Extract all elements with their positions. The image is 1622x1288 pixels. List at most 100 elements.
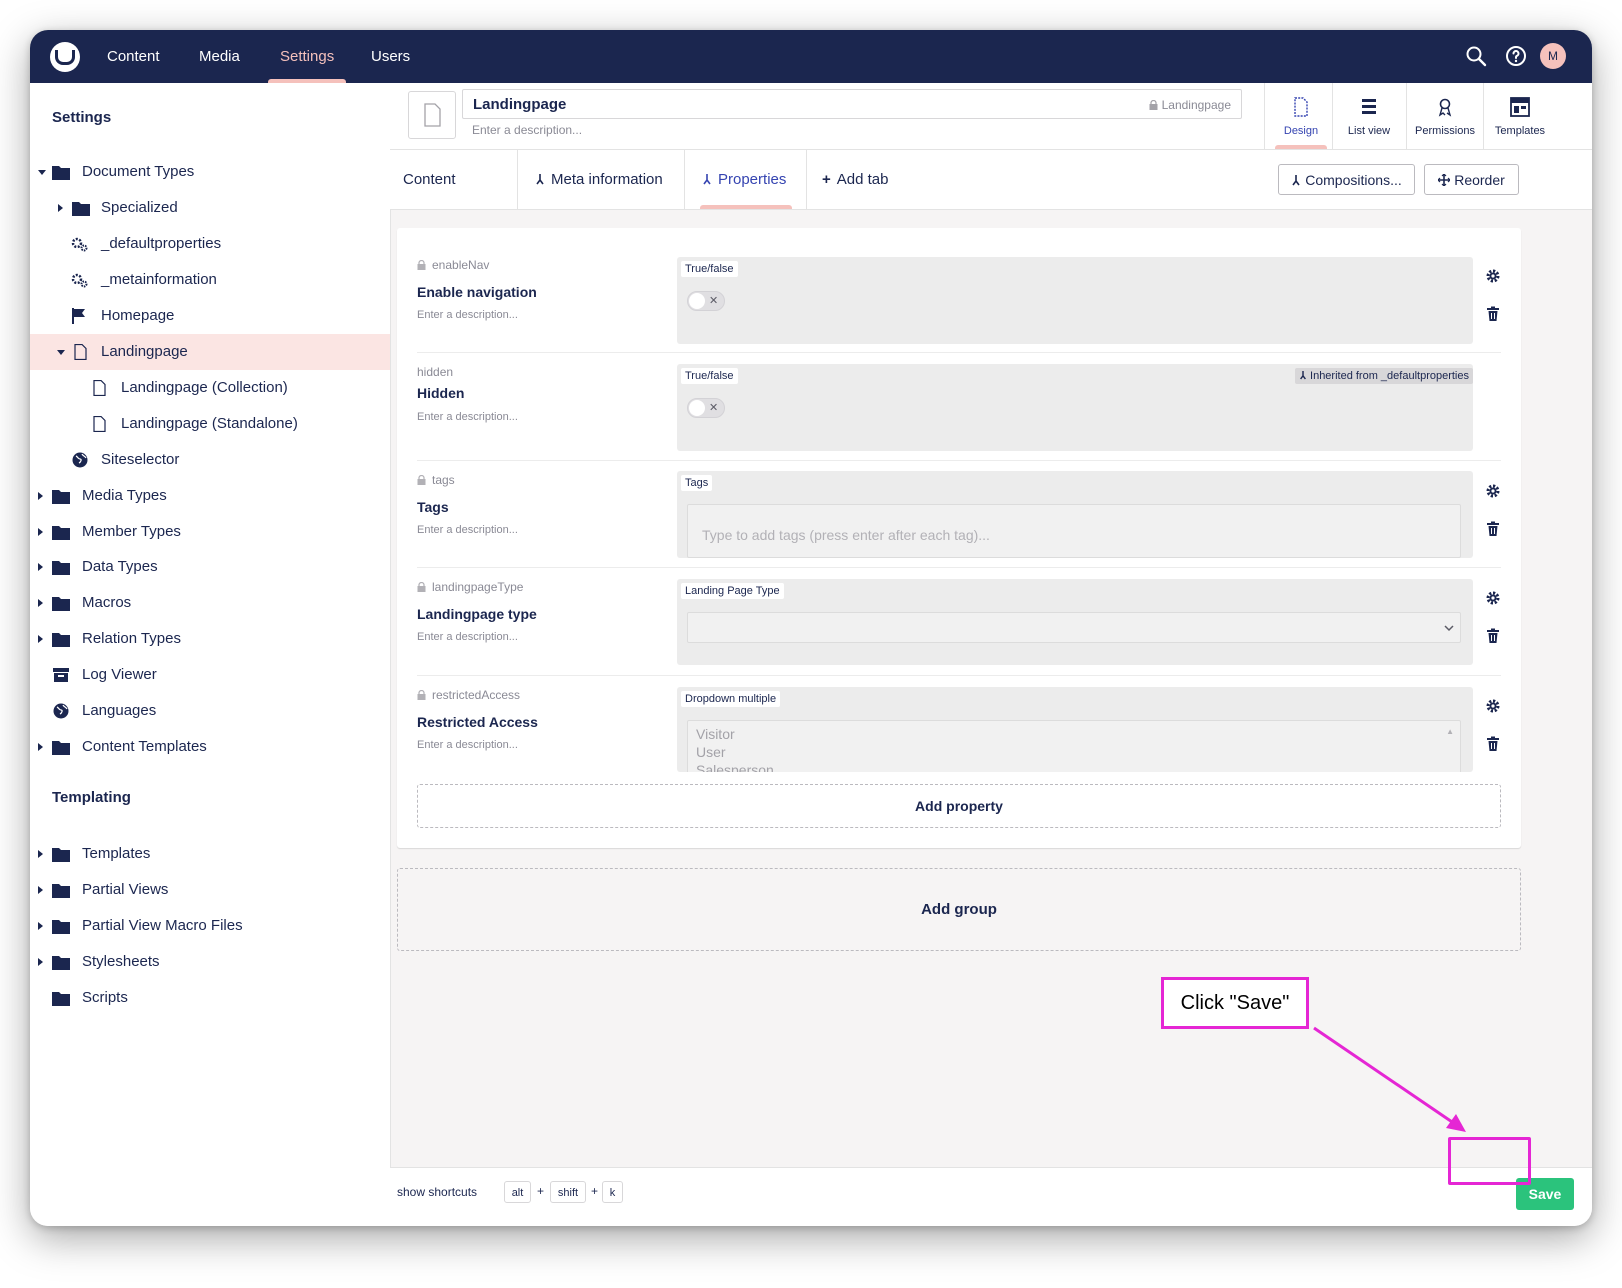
property-editor-preview[interactable]: Landing Page Type (677, 579, 1473, 665)
umbraco-logo-icon[interactable] (50, 42, 80, 72)
caret-right-icon[interactable] (58, 204, 63, 212)
app-tab-list-view[interactable]: List view (1332, 83, 1405, 149)
tab-content[interactable]: Content (403, 150, 456, 209)
search-icon[interactable] (1464, 44, 1488, 68)
caret-down-icon[interactable] (57, 350, 65, 355)
property-description[interactable]: Enter a description... (417, 524, 518, 536)
nav-media[interactable]: Media (199, 30, 240, 83)
gear-icon[interactable] (1485, 698, 1501, 714)
tree-item-siteselector[interactable]: Siteselector (30, 442, 390, 478)
description-input[interactable]: Enter a description... (472, 123, 582, 137)
property-editor-preview[interactable]: True/false ✕ (677, 257, 1473, 344)
tree-item-stylesheets[interactable]: Stylesheets (30, 944, 390, 980)
tree-item-data-types[interactable]: Data Types (30, 549, 390, 585)
add-property-button[interactable]: Add property (417, 784, 1501, 828)
caret-right-icon[interactable] (38, 886, 43, 894)
tree-item-relation-types[interactable]: Relation Types (30, 621, 390, 657)
caret-right-icon[interactable] (38, 958, 43, 966)
trash-icon[interactable] (1485, 306, 1501, 322)
tab-properties[interactable]: Properties (702, 150, 786, 209)
globe-icon (53, 703, 69, 719)
property-alias: hidden (417, 365, 454, 379)
tree-item-partial-views[interactable]: Partial Views (30, 872, 390, 908)
tree-label: Siteselector (101, 451, 180, 468)
nav-users[interactable]: Users (371, 30, 410, 83)
alias-field[interactable]: Landingpage (1149, 90, 1231, 120)
tree-item-media-types[interactable]: Media Types (30, 478, 390, 514)
plus-separator: + (591, 1184, 599, 1198)
caret-down-icon[interactable] (38, 170, 46, 175)
tree-item-defaultproperties[interactable]: _defaultproperties (30, 226, 390, 262)
tab-meta-information[interactable]: Meta information (535, 150, 663, 209)
property-description[interactable]: Enter a description... (417, 309, 518, 321)
folder-icon (52, 633, 70, 647)
name-input[interactable]: Landingpage Landingpage (462, 89, 1242, 119)
tab-label: Add tab (836, 171, 889, 188)
help-icon[interactable] (1504, 44, 1528, 68)
gear-icon[interactable] (1485, 268, 1501, 284)
tree-label: Document Types (82, 163, 195, 180)
caret-right-icon[interactable] (38, 850, 43, 858)
caret-right-icon[interactable] (38, 599, 43, 607)
tree-item-partial-view-macro-files[interactable]: Partial View Macro Files (30, 908, 390, 944)
caret-right-icon[interactable] (38, 922, 43, 930)
tree-item-metainformation[interactable]: _metainformation (30, 262, 390, 298)
app-tab-design[interactable]: Design (1264, 83, 1337, 149)
tree-item-templates[interactable]: Templates (30, 836, 390, 872)
tree-item-specialized[interactable]: Specialized (30, 190, 390, 226)
tree-item-content-templates[interactable]: Content Templates (30, 729, 390, 765)
property-name[interactable]: Enable navigation (417, 284, 537, 300)
property-alias[interactable]: tags (417, 473, 455, 487)
tree-item-languages[interactable]: Languages (30, 693, 390, 729)
caret-right-icon[interactable] (38, 492, 43, 500)
document-icon (93, 380, 106, 396)
app-tab-permissions[interactable]: Permissions (1406, 83, 1483, 149)
trash-icon[interactable] (1485, 736, 1501, 752)
tab-label: Properties (718, 171, 787, 188)
tree-item-member-types[interactable]: Member Types (30, 514, 390, 550)
property-alias[interactable]: restrictedAccess (417, 688, 520, 702)
property-name[interactable]: Tags (417, 499, 449, 515)
nav-settings[interactable]: Settings (267, 30, 347, 83)
tree-label: Data Types (82, 558, 158, 575)
property-description[interactable]: Enter a description... (417, 739, 518, 751)
tree-label: Stylesheets (82, 953, 160, 970)
tree-item-log-viewer[interactable]: Log Viewer (30, 657, 390, 693)
caret-right-icon[interactable] (38, 528, 43, 536)
tree-item-homepage[interactable]: Homepage (30, 298, 390, 334)
property-description[interactable]: Enter a description... (417, 631, 518, 643)
gear-icon[interactable] (1485, 590, 1501, 606)
settings-section-title: Settings (52, 109, 112, 126)
reorder-label: Reorder (1454, 172, 1505, 188)
trash-icon[interactable] (1485, 628, 1501, 644)
app-tab-templates[interactable]: Templates (1483, 83, 1556, 149)
caret-right-icon[interactable] (38, 743, 43, 751)
property-alias[interactable]: landingpageType (417, 580, 523, 594)
nav-content[interactable]: Content (107, 30, 160, 83)
property-name[interactable]: Restricted Access (417, 714, 538, 730)
gear-icon[interactable] (1485, 483, 1501, 499)
tree-item-macros[interactable]: Macros (30, 585, 390, 621)
compositions-button[interactable]: Compositions... (1278, 164, 1415, 195)
tree-item-scripts[interactable]: Scripts (30, 980, 390, 1016)
caret-right-icon[interactable] (38, 635, 43, 643)
tree-item-document-types[interactable]: Document Types (30, 154, 390, 190)
alias-text: restrictedAccess (432, 688, 521, 702)
caret-right-icon[interactable] (38, 563, 43, 571)
add-tab-button[interactable]: + Add tab (822, 150, 888, 209)
tree-item-landingpage-standalone[interactable]: Landingpage (Standalone) (30, 406, 390, 442)
trash-icon[interactable] (1485, 521, 1501, 537)
document-type-icon-picker[interactable] (408, 91, 456, 139)
tree-item-landingpage[interactable]: Landingpage (30, 334, 390, 370)
inherited-badge: Inherited from _defaultproperties (1294, 368, 1473, 384)
show-shortcuts-link[interactable]: show shortcuts (397, 1185, 477, 1199)
group-tabs-bar: Content Meta information Properties + Add… (390, 150, 1592, 210)
add-group-button[interactable]: Add group (397, 868, 1521, 951)
property-name[interactable]: Landingpage type (417, 606, 537, 622)
reorder-button[interactable]: Reorder (1424, 164, 1519, 195)
property-editor-preview[interactable]: Dropdown multiple Visitor User Salespers… (677, 687, 1473, 772)
property-editor-preview[interactable]: Tags Type to add tags (press enter after… (677, 471, 1473, 558)
user-avatar[interactable]: M (1540, 43, 1566, 69)
property-alias[interactable]: enableNav (417, 258, 489, 272)
tree-item-landingpage-collection[interactable]: Landingpage (Collection) (30, 370, 390, 406)
